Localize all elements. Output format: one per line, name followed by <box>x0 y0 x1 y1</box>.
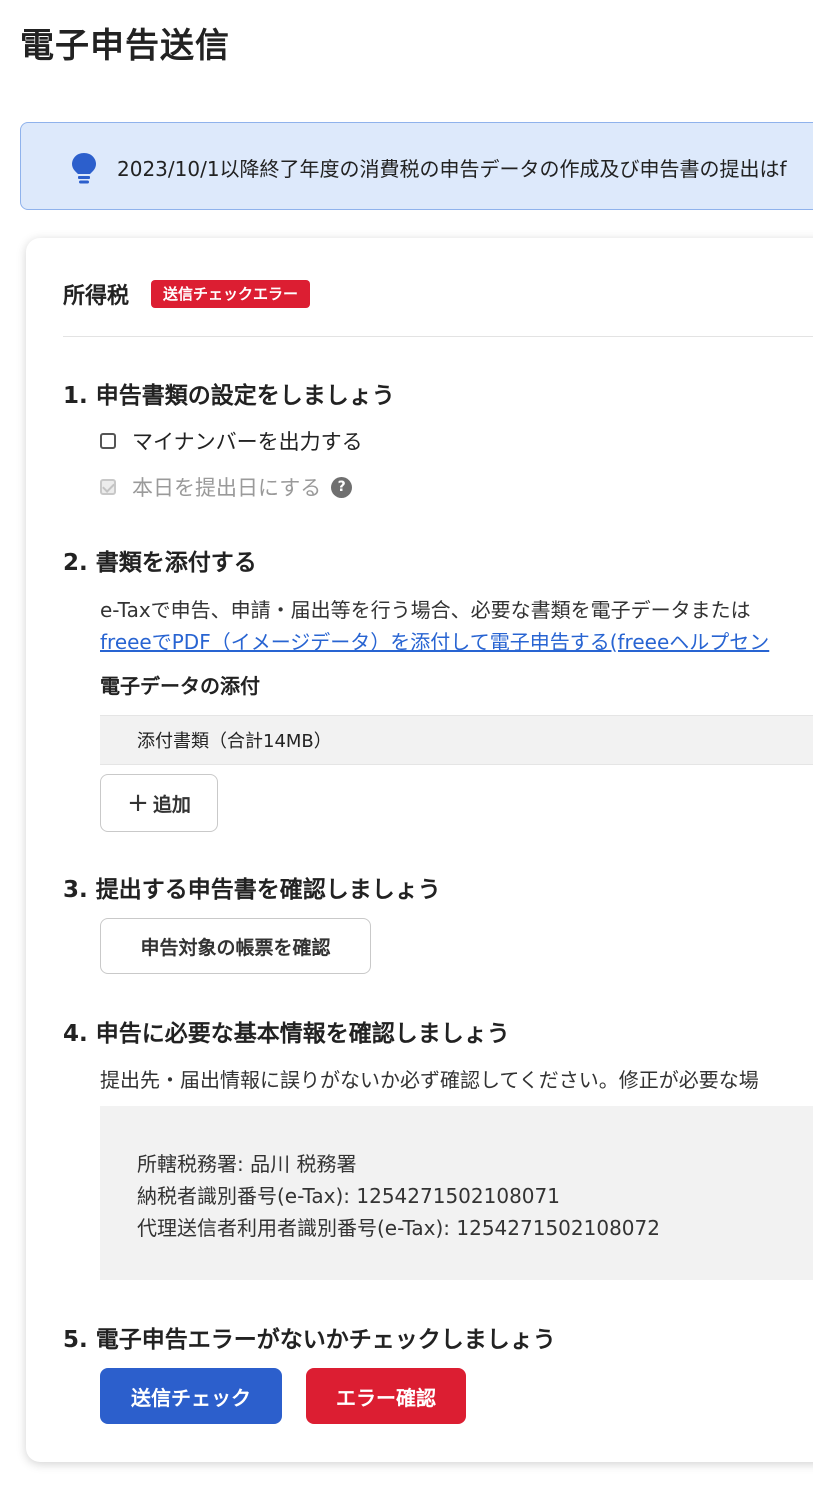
add-attachment-label: 追加 <box>152 793 191 816</box>
mynumber-checkbox-label: マイナンバーを出力する <box>132 430 363 454</box>
plus-icon: + <box>127 788 149 818</box>
step1-heading: 1. 申告書類の設定をしましょう <box>63 383 395 409</box>
divider <box>63 336 813 337</box>
attachments-bar: 添付書類（合計14MB） <box>100 715 813 765</box>
card-title: 所得税 <box>63 284 130 309</box>
error-check-button[interactable]: エラー確認 <box>306 1368 466 1424</box>
attachments-label: 添付書類（合計14MB） <box>137 731 332 752</box>
step3-heading: 3. 提出する申告書を確認しましょう <box>63 877 441 903</box>
step5-heading: 5. 電子申告エラーがないかチェックしましょう <box>63 1327 556 1353</box>
tax-office: 所轄税務署: 品川 税務署 <box>137 1152 357 1176</box>
mynumber-checkbox[interactable] <box>100 433 116 449</box>
agent-id: 代理送信者利用者識別番号(e-Tax): 1254271502108072 <box>137 1216 660 1240</box>
status-badge: 送信チェックエラー <box>151 280 311 308</box>
step2-heading: 2. 書類を添付する <box>63 550 257 576</box>
add-attachment-button[interactable]: + 追加 <box>100 774 218 832</box>
mynumber-checkbox-row[interactable]: マイナンバーを出力する <box>100 426 363 456</box>
lightbulb-icon <box>72 153 96 184</box>
check-target-forms-button[interactable]: 申告対象の帳票を確認 <box>100 918 371 974</box>
attachments-subheading: 電子データの添付 <box>100 674 260 698</box>
taxpayer-id: 納税者識別番号(e-Tax): 1254271502108071 <box>137 1184 560 1208</box>
info-banner: 2023/10/1以降終了年度の消費税の申告データの作成及び申告書の提出はf <box>20 122 813 210</box>
step4-description: 提出先・届出情報に誤りがないか必ず確認してください。修正が必要な場 <box>100 1068 759 1092</box>
basic-info-box: 所轄税務署: 品川 税務署 納税者識別番号(e-Tax): 1254271502… <box>100 1106 813 1280</box>
page-title: 電子申告送信 <box>20 26 230 66</box>
help-icon[interactable]: ? <box>331 476 353 498</box>
send-check-button[interactable]: 送信チェック <box>100 1368 282 1424</box>
step2-description: e-Taxで申告、申請・届出等を行う場合、必要な書類を電子データまたは <box>100 598 751 622</box>
income-tax-card: 所得税 送信チェックエラー 1. 申告書類の設定をしましょう マイナンバーを出力… <box>26 238 813 1462</box>
submit-today-checkbox-label: 本日を提出日にする <box>132 476 322 500</box>
banner-text: 2023/10/1以降終了年度の消費税の申告データの作成及び申告書の提出はf <box>117 157 787 181</box>
step4-heading: 4. 申告に必要な基本情報を確認しましょう <box>63 1021 510 1047</box>
help-center-link[interactable]: freeeでPDF（イメージデータ）を添付して電子申告する(freeeヘルプセン <box>100 626 769 655</box>
submit-today-checkbox <box>100 479 116 495</box>
submit-today-checkbox-row: 本日を提出日にする ? <box>100 472 353 502</box>
